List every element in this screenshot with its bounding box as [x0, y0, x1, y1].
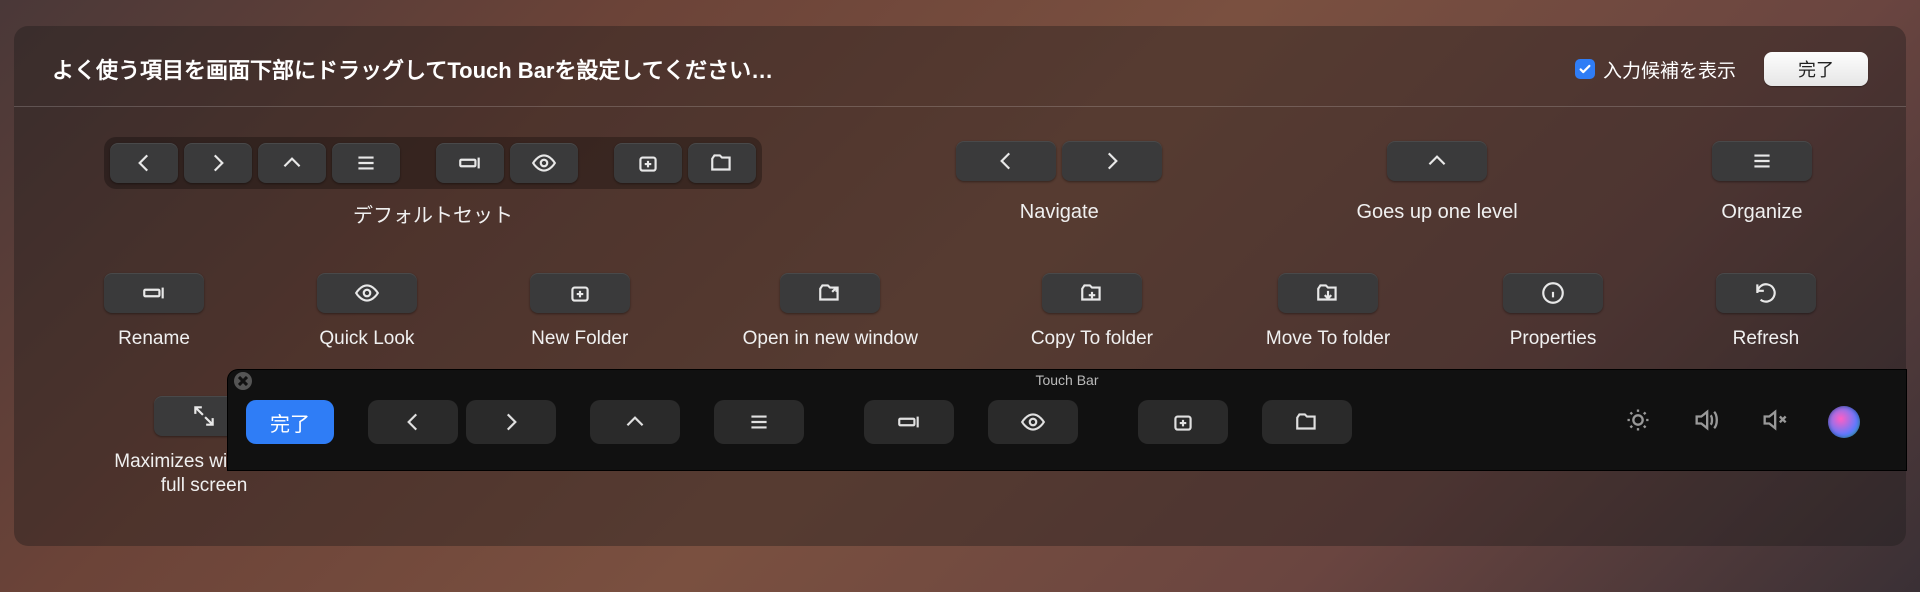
tb-list-icon[interactable]	[714, 400, 804, 444]
rename-button[interactable]	[104, 273, 204, 313]
copy-to-label: Copy To folder	[1031, 327, 1153, 352]
default-set-label: デフォルトセット	[353, 203, 513, 229]
properties-button[interactable]	[1503, 273, 1603, 313]
tb-newfolder-icon[interactable]	[1138, 400, 1228, 444]
touch-bar-done-button[interactable]: 完了	[246, 400, 334, 444]
new-folder-label: New Folder	[531, 327, 628, 352]
rename-label: Rename	[118, 327, 190, 352]
open-new-window-button[interactable]	[780, 273, 880, 313]
navigate-forward-icon[interactable]	[1062, 141, 1162, 181]
instruction-text: よく使う項目を画面下部にドラッグしてTouch Barを設定してください…	[52, 53, 773, 85]
open-new-window-label: Open in new window	[743, 327, 918, 352]
back-icon[interactable]	[110, 143, 178, 183]
navigate-group[interactable]	[952, 137, 1166, 185]
up-one-level-group[interactable]	[1383, 137, 1491, 185]
organize-icon[interactable]	[1712, 141, 1812, 181]
tb-rename-icon[interactable]	[864, 400, 954, 444]
move-to-button[interactable]	[1278, 273, 1378, 313]
move-to-label: Move To folder	[1266, 327, 1390, 352]
new-folder-button[interactable]	[530, 273, 630, 313]
copy-to-button[interactable]	[1042, 273, 1142, 313]
refresh-button[interactable]	[1716, 273, 1816, 313]
up-one-level-label: Goes up one level	[1357, 199, 1518, 225]
eye-icon[interactable]	[510, 143, 578, 183]
touch-bar-title: Touch Bar	[228, 370, 1906, 392]
mute-icon[interactable]	[1760, 406, 1788, 439]
organize-group[interactable]	[1708, 137, 1816, 185]
forward-icon[interactable]	[184, 143, 252, 183]
default-set-group[interactable]	[104, 137, 762, 189]
quick-look-label: Quick Look	[319, 327, 414, 352]
new-folder-plus-icon[interactable]	[614, 143, 682, 183]
touch-bar-close-icon[interactable]	[234, 372, 252, 390]
tb-up-icon[interactable]	[590, 400, 680, 444]
list-icon[interactable]	[332, 143, 400, 183]
siri-icon[interactable]	[1828, 406, 1860, 438]
properties-label: Properties	[1510, 327, 1597, 352]
tb-eye-icon[interactable]	[988, 400, 1078, 444]
folder-open-icon[interactable]	[688, 143, 756, 183]
tb-back-icon[interactable]	[368, 400, 458, 444]
done-button[interactable]: 完了	[1764, 52, 1868, 86]
chevron-up-icon[interactable]	[1387, 141, 1487, 181]
brightness-down-icon[interactable]	[1624, 406, 1652, 439]
touch-bar-panel: Touch Bar 完了	[228, 370, 1906, 470]
rename-icon[interactable]	[436, 143, 504, 183]
navigate-label: Navigate	[1020, 199, 1099, 225]
tb-folder-open-icon[interactable]	[1262, 400, 1352, 444]
show-suggestions-label: 入力候補を表示	[1603, 56, 1736, 83]
tb-forward-icon[interactable]	[466, 400, 556, 444]
up-icon[interactable]	[258, 143, 326, 183]
show-suggestions-checkbox[interactable]	[1575, 59, 1595, 79]
volume-icon[interactable]	[1692, 406, 1720, 439]
refresh-label: Refresh	[1733, 327, 1800, 352]
quick-look-button[interactable]	[317, 273, 417, 313]
navigate-back-icon[interactable]	[956, 141, 1056, 181]
organize-label: Organize	[1721, 199, 1802, 225]
